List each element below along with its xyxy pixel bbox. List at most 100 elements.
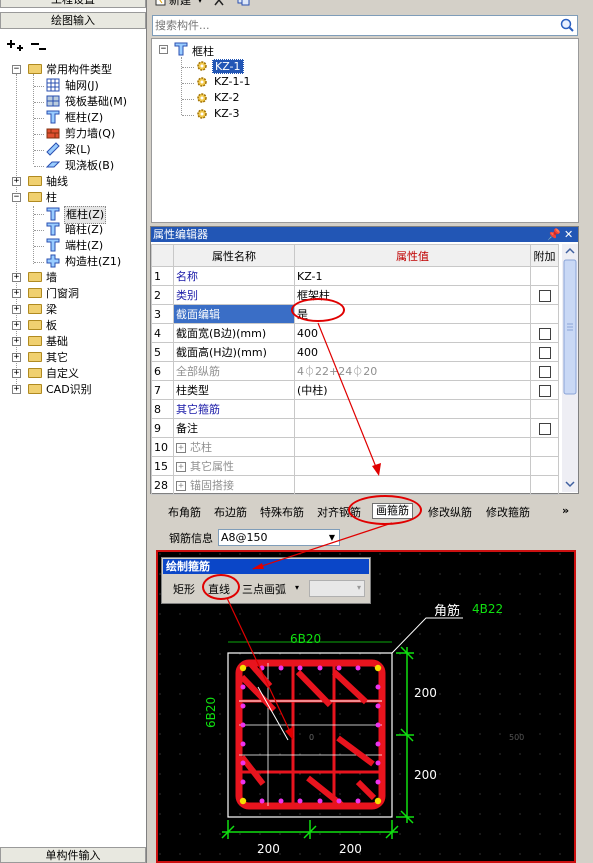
- tree-node-door-window[interactable]: 门窗洞: [28, 286, 80, 302]
- tree-item-frame-column[interactable]: 框柱(Z): [46, 110, 104, 126]
- tree-item-cast-slab[interactable]: 现浇板(B): [45, 158, 115, 174]
- copy-icon[interactable]: [237, 0, 251, 10]
- new-dropdown-icon[interactable]: ▾: [198, 0, 202, 5]
- three-point-arc-button[interactable]: 三点画弧: [242, 581, 286, 597]
- expand-toggle[interactable]: +: [12, 305, 21, 314]
- property-group-row[interactable]: 15 + 其它属性: [151, 456, 559, 476]
- draw-input-header[interactable]: 绘图输入: [0, 12, 146, 29]
- component-item-kz1[interactable]: KZ-1: [212, 59, 244, 74]
- tree-node-slab[interactable]: 板: [28, 318, 58, 334]
- tab-corner-rebar[interactable]: 布角筋: [168, 504, 201, 520]
- tree-node-cad-recognition[interactable]: CAD识别: [28, 382, 93, 398]
- property-row[interactable]: 5 截面高(H边)(mm) 400: [151, 342, 559, 362]
- component-item-kz1-1[interactable]: KZ-1-1: [214, 75, 251, 88]
- tree-item-beam[interactable]: 梁(L): [46, 142, 92, 158]
- tree-item-hidden-column[interactable]: 暗柱(Z): [46, 222, 104, 238]
- add-checkbox[interactable]: [538, 327, 551, 340]
- tree-node-common-types[interactable]: 常用构件类型: [28, 62, 113, 78]
- collapse-all-icon[interactable]: [30, 39, 46, 56]
- rectangle-button[interactable]: 矩形: [173, 581, 195, 597]
- tab-special-rebar[interactable]: 特殊布筋: [260, 504, 304, 520]
- expand-toggle[interactable]: +: [12, 385, 21, 394]
- collapse-toggle[interactable]: −: [159, 45, 168, 54]
- tree-node-axis[interactable]: 轴线: [28, 174, 69, 190]
- add-checkbox[interactable]: [538, 346, 551, 359]
- expand-toggle[interactable]: −: [12, 65, 21, 74]
- expand-toggle[interactable]: +: [176, 462, 186, 472]
- add-checkbox[interactable]: [538, 384, 551, 397]
- expand-toggle[interactable]: +: [12, 337, 21, 346]
- more-tabs-icon[interactable]: »: [562, 504, 569, 517]
- tree-item-raft-foundation[interactable]: 筏板基础(M): [46, 94, 128, 110]
- property-value[interactable]: (中柱): [294, 380, 531, 400]
- expand-all-icon[interactable]: [7, 39, 23, 56]
- tree-node-wall[interactable]: 墙: [28, 270, 58, 286]
- chevron-down-icon[interactable]: ▼: [325, 530, 339, 545]
- expand-toggle[interactable]: +: [12, 273, 21, 282]
- single-component-input-header[interactable]: 单构件输入: [0, 847, 146, 863]
- property-scrollbar[interactable]: [562, 244, 578, 492]
- property-row-selected[interactable]: 3 截面编辑 是: [151, 304, 559, 324]
- expand-toggle[interactable]: −: [12, 193, 21, 202]
- property-row[interactable]: 9 备注: [151, 418, 559, 438]
- tree-node-other[interactable]: 其它: [28, 350, 69, 366]
- property-row[interactable]: 4 截面宽(B边)(mm) 400: [151, 323, 559, 343]
- add-checkbox[interactable]: [538, 422, 551, 435]
- add-checkbox[interactable]: [538, 289, 551, 302]
- add-checkbox[interactable]: [538, 365, 551, 378]
- tree-item-frame-column-selected[interactable]: 框柱(Z): [46, 206, 107, 224]
- property-value[interactable]: [294, 399, 531, 419]
- property-value[interactable]: 4⏀22+24⏀20: [294, 361, 531, 381]
- tree-item-end-column[interactable]: 端柱(Z): [46, 238, 104, 254]
- project-settings-header[interactable]: 工程设置: [0, 0, 146, 8]
- property-row[interactable]: 8 其它箍筋: [151, 399, 559, 419]
- property-row[interactable]: 1 名称 KZ-1: [151, 266, 559, 286]
- expand-toggle[interactable]: +: [12, 353, 21, 362]
- new-button[interactable]: 新建: [169, 0, 191, 7]
- expand-toggle[interactable]: +: [12, 289, 21, 298]
- tab-edge-rebar[interactable]: 布边筋: [214, 504, 247, 520]
- tree-node-custom[interactable]: 自定义: [28, 366, 80, 382]
- arc-option-combo[interactable]: ▾: [309, 580, 365, 597]
- draw-stirrup-dialog-title: 绘制箍筋: [163, 559, 369, 574]
- tree-item-shear-wall[interactable]: 剪力墙(Q): [46, 126, 116, 142]
- chevron-down-icon: ▾: [356, 583, 361, 592]
- tab-modify-stirrup[interactable]: 修改箍筋: [486, 504, 530, 520]
- rebar-info-select[interactable]: A8@150 ▼: [218, 529, 340, 546]
- expand-toggle[interactable]: +: [176, 443, 186, 453]
- property-table-header: 属性名称 属性值 附加: [151, 244, 559, 267]
- tab-modify-longitudinal[interactable]: 修改纵筋: [428, 504, 472, 520]
- property-row[interactable]: 6 全部纵筋 4⏀22+24⏀20: [151, 361, 559, 381]
- component-root-label[interactable]: 框柱: [192, 43, 214, 59]
- property-row[interactable]: 2 类别 框架柱: [151, 285, 559, 305]
- tree-item-construct-column[interactable]: 构造柱(Z1): [46, 254, 122, 270]
- expand-toggle[interactable]: +: [176, 481, 186, 491]
- new-icon[interactable]: [155, 0, 167, 10]
- folder-icon: [28, 304, 42, 314]
- search-input[interactable]: [155, 18, 555, 33]
- property-group-row[interactable]: 10 + 芯柱: [151, 437, 559, 457]
- expand-toggle[interactable]: +: [12, 321, 21, 330]
- tree-node-beam[interactable]: 梁: [28, 302, 58, 318]
- pin-icon[interactable]: 📌: [547, 227, 561, 242]
- dimension-bottom-2: 200: [339, 842, 362, 856]
- search-icon[interactable]: [558, 17, 576, 34]
- component-item-kz3[interactable]: KZ-3: [214, 107, 240, 120]
- property-value[interactable]: [294, 418, 531, 438]
- expand-toggle[interactable]: +: [12, 177, 21, 186]
- tree-node-foundation[interactable]: 基础: [28, 334, 69, 350]
- property-value[interactable]: 400: [294, 323, 531, 343]
- delete-icon[interactable]: [213, 0, 225, 10]
- property-value[interactable]: 400: [294, 342, 531, 362]
- property-row[interactable]: 7 柱类型 (中柱): [151, 380, 559, 400]
- expand-toggle[interactable]: +: [12, 369, 21, 378]
- close-icon[interactable]: ✕: [564, 227, 573, 242]
- left-bar-label: 6B20: [204, 696, 218, 728]
- tree-node-column[interactable]: 柱: [28, 190, 58, 206]
- folder-icon: [28, 176, 42, 186]
- property-group-row[interactable]: 28 + 锚固搭接: [151, 475, 559, 495]
- arc-dropdown-icon[interactable]: ▾: [295, 583, 299, 592]
- tree-item-axis-grid[interactable]: 轴网(J): [46, 78, 100, 94]
- component-item-kz2[interactable]: KZ-2: [214, 91, 240, 104]
- property-value[interactable]: KZ-1: [294, 266, 531, 286]
